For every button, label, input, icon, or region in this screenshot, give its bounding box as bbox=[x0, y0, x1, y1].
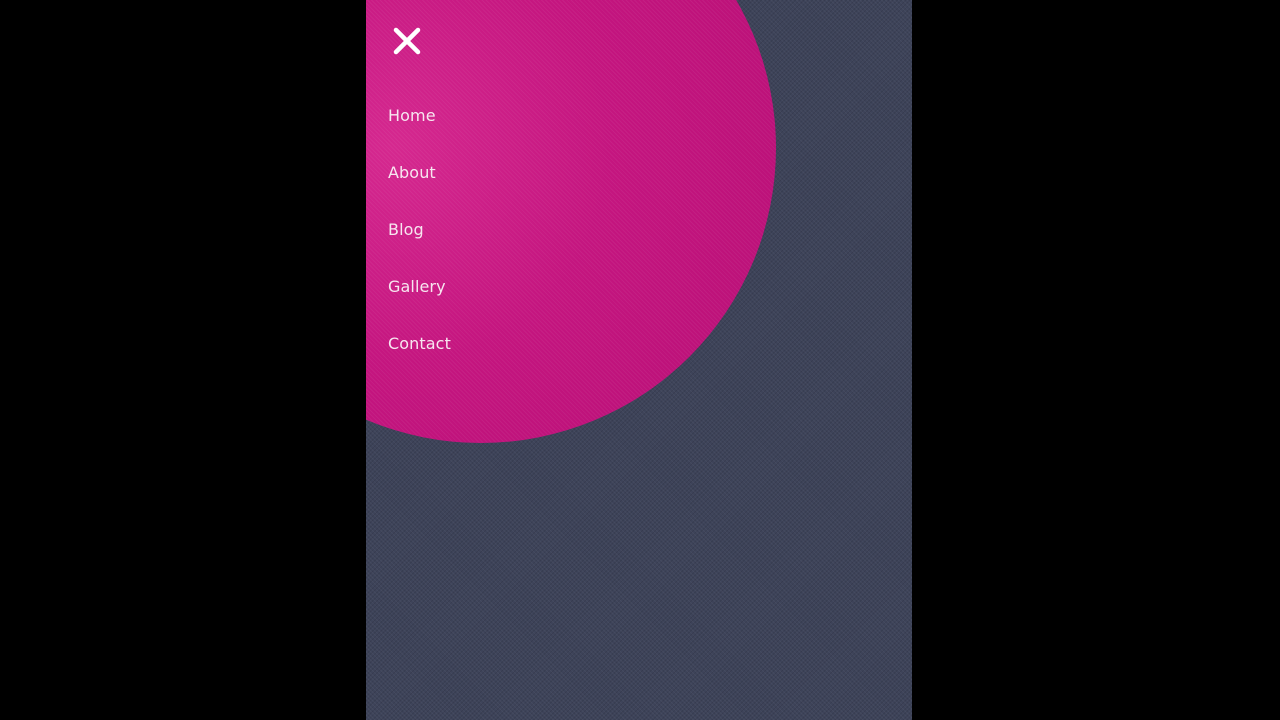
close-icon bbox=[393, 27, 421, 55]
nav-link-about[interactable]: About bbox=[388, 163, 436, 182]
nav-link-home[interactable]: Home bbox=[388, 106, 436, 125]
nav-link-contact[interactable]: Contact bbox=[388, 334, 451, 353]
nav-link-blog[interactable]: Blog bbox=[388, 220, 424, 239]
nav-link-gallery[interactable]: Gallery bbox=[388, 277, 446, 296]
nav-item-blog: Blog bbox=[388, 211, 451, 268]
nav-item-about: About bbox=[388, 154, 451, 211]
nav-item-gallery: Gallery bbox=[388, 268, 451, 325]
nav-item-contact: Contact bbox=[388, 325, 451, 382]
app-viewport: Home About Blog Gallery Contact bbox=[366, 0, 912, 720]
close-menu-button[interactable] bbox=[386, 20, 428, 62]
nav-menu: Home About Blog Gallery Contact bbox=[388, 97, 451, 382]
nav-item-home: Home bbox=[388, 97, 451, 154]
